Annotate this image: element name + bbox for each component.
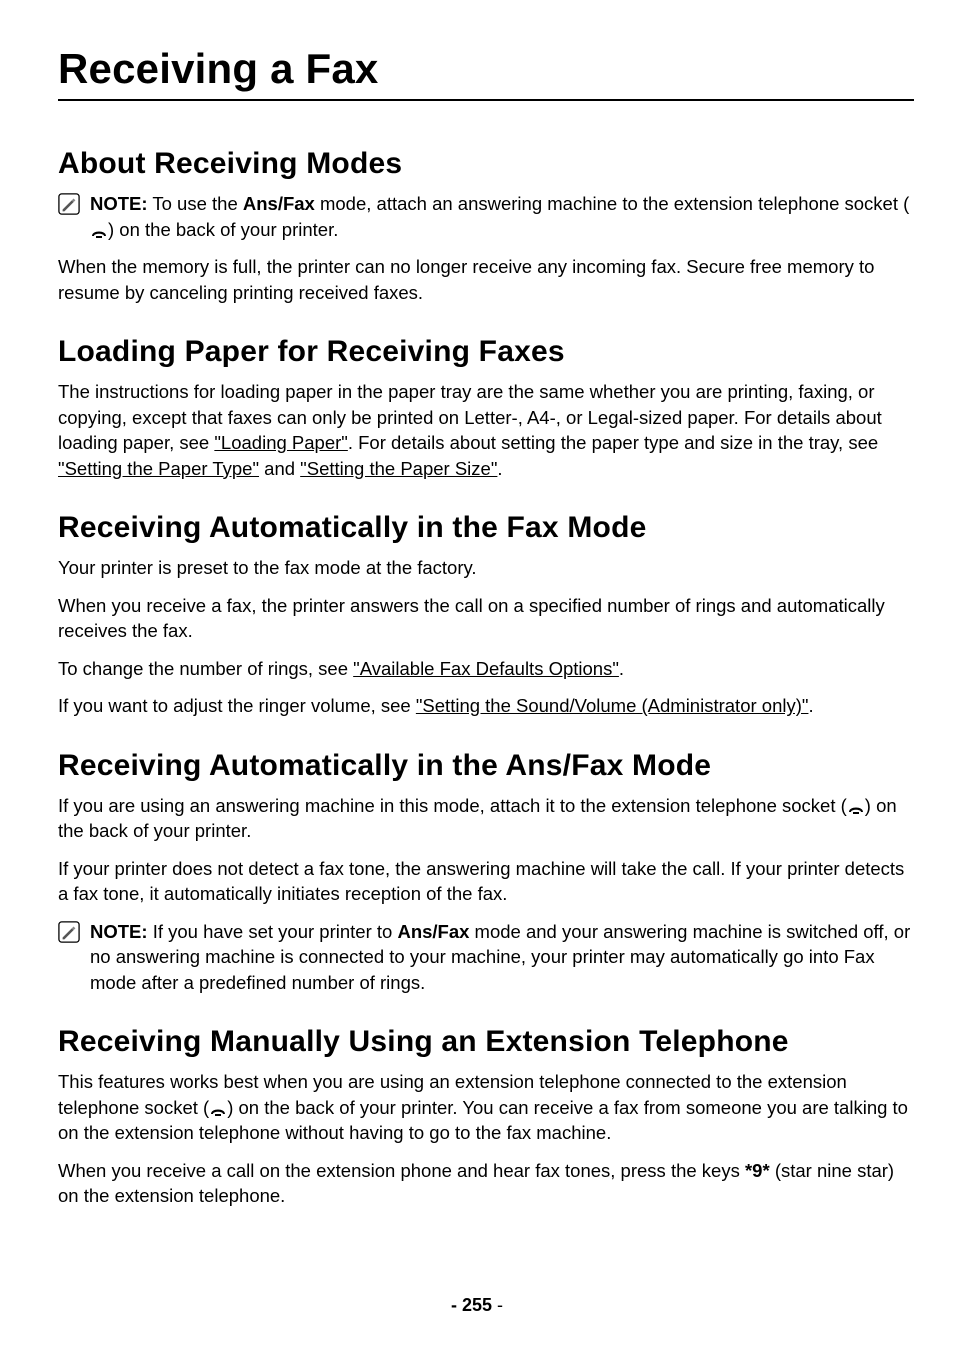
note-label: NOTE: <box>90 193 148 214</box>
text-ansfax-pre: If you are using an answering machine in… <box>58 795 847 816</box>
page-number-suffix: - <box>492 1295 503 1315</box>
note-ansfax-text: NOTE: If you have set your printer to An… <box>90 919 914 996</box>
note-label: NOTE: <box>90 921 148 942</box>
title-divider <box>58 99 914 101</box>
note-mid: mode, attach an answering machine to the… <box>315 193 909 214</box>
page-number-value: 255 <box>462 1295 492 1315</box>
pencil-icon <box>58 921 80 943</box>
para-auto-fax-3: To change the number of rings, see "Avai… <box>58 656 914 682</box>
note-about: NOTE: To use the Ans/Fax mode, attach an… <box>58 191 914 242</box>
phone-socket-icon <box>90 224 108 238</box>
para-auto-fax-2: When you receive a fax, the printer answ… <box>58 593 914 644</box>
para-manual-1: This features works best when you are us… <box>58 1069 914 1146</box>
heading-loading-paper: Loading Paper for Receiving Faxes <box>58 335 914 369</box>
page-title: Receiving a Fax <box>58 45 914 93</box>
note-pre: To use the <box>148 193 243 214</box>
note-ansfax-pre: If you have set your printer to <box>148 921 398 942</box>
link-fax-defaults[interactable]: "Available Fax Defaults Options" <box>353 658 619 679</box>
link-setting-paper-type[interactable]: "Setting the Paper Type" <box>58 458 259 479</box>
note-ansfax: NOTE: If you have set your printer to An… <box>58 919 914 996</box>
text-volume-post: . <box>808 695 813 716</box>
link-setting-paper-size[interactable]: "Setting the Paper Size" <box>300 458 497 479</box>
link-sound-volume[interactable]: "Setting the Sound/Volume (Administrator… <box>416 695 809 716</box>
para-auto-fax-4: If you want to adjust the ringer volume,… <box>58 693 914 719</box>
pencil-icon <box>58 193 80 215</box>
heading-auto-fax: Receiving Automatically in the Fax Mode <box>58 511 914 545</box>
phone-socket-icon <box>847 800 865 814</box>
page-number-prefix: - <box>451 1295 462 1315</box>
phone-socket-icon <box>209 1102 227 1116</box>
para-ansfax-1: If you are using an answering machine in… <box>58 793 914 844</box>
para-ansfax-2: If your printer does not detect a fax to… <box>58 856 914 907</box>
para-about-memory: When the memory is full, the printer can… <box>58 254 914 305</box>
text-manual2-pre: When you receive a call on the extension… <box>58 1160 745 1181</box>
link-loading-paper[interactable]: "Loading Paper" <box>214 432 347 453</box>
note-about-text: NOTE: To use the Ans/Fax mode, attach an… <box>90 191 914 242</box>
text-rings-pre: To change the number of rings, see <box>58 658 353 679</box>
text-volume-pre: If you want to adjust the ringer volume,… <box>58 695 416 716</box>
page-number: - 255 - <box>0 1295 954 1316</box>
note-post: ) on the back of your printer. <box>108 219 338 240</box>
heading-manual-ext: Receiving Manually Using an Extension Te… <box>58 1025 914 1059</box>
text-manual2-key: *9* <box>745 1160 770 1181</box>
heading-about-receiving-modes: About Receiving Modes <box>58 147 914 181</box>
note-ansfax-bold: Ans/Fax <box>397 921 469 942</box>
text-loading-mid2: and <box>259 458 300 479</box>
para-manual-2: When you receive a call on the extension… <box>58 1158 914 1209</box>
text-rings-post: . <box>619 658 624 679</box>
text-loading-post: . <box>497 458 502 479</box>
heading-auto-ansfax: Receiving Automatically in the Ans/Fax M… <box>58 749 914 783</box>
para-loading: The instructions for loading paper in th… <box>58 379 914 481</box>
text-loading-mid1: . For details about setting the paper ty… <box>348 432 878 453</box>
para-auto-fax-1: Your printer is preset to the fax mode a… <box>58 555 914 581</box>
note-ansfax: Ans/Fax <box>243 193 315 214</box>
